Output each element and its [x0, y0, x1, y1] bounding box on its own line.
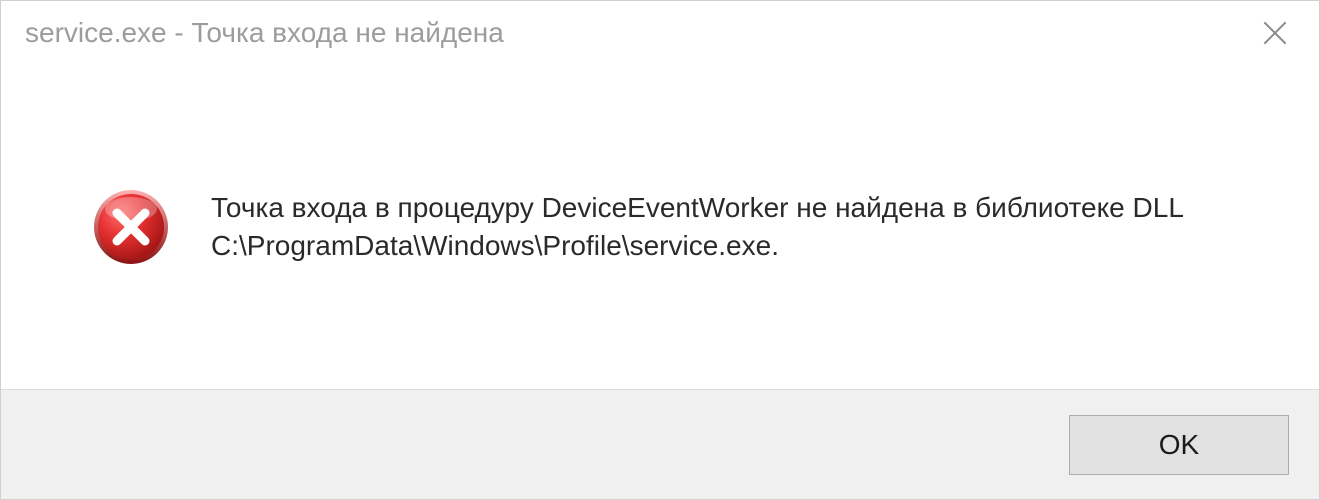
error-icon	[91, 187, 171, 267]
close-icon	[1259, 17, 1291, 49]
button-bar: OK	[1, 389, 1319, 499]
ok-button[interactable]: OK	[1069, 415, 1289, 475]
dialog-title: service.exe - Точка входа не найдена	[25, 17, 504, 49]
error-message: Точка входа в процедуру DeviceEventWorke…	[211, 189, 1259, 265]
error-dialog: service.exe - Точка входа не найдена	[0, 0, 1320, 500]
titlebar: service.exe - Точка входа не найдена	[1, 1, 1319, 65]
dialog-content: Точка входа в процедуру DeviceEventWorke…	[1, 65, 1319, 389]
close-button[interactable]	[1251, 9, 1299, 57]
